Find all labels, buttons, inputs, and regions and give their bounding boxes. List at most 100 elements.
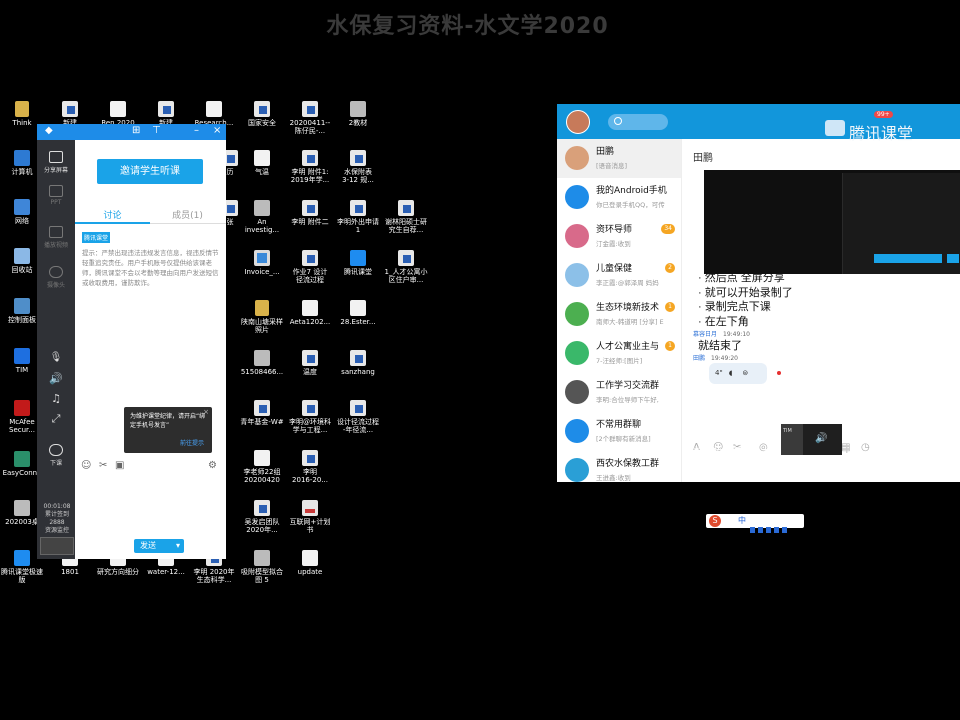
desktop-icon[interactable]: 1_人才公寓小 区住户审... bbox=[376, 250, 436, 284]
contact-item[interactable]: 田鹏 [语音消息] bbox=[557, 139, 681, 178]
ime-mode[interactable]: 中 bbox=[738, 515, 746, 526]
shared-screenshot[interactable] bbox=[704, 170, 960, 274]
ppt-button[interactable]: PPT bbox=[37, 185, 75, 206]
chat-messages: · 然后点 全屏分享 · 就可以开始录制了 · 录制完点下课 · 在左下角 bbox=[698, 271, 793, 329]
folder-icon bbox=[255, 300, 269, 316]
preview-thumbnail[interactable] bbox=[40, 537, 74, 555]
contact-item[interactable]: 生态环境新技术 南师大-韩道明 [分享] E1 bbox=[557, 295, 681, 334]
chat-message: · 就可以开始录制了 bbox=[698, 286, 793, 299]
contact-item[interactable]: 西农水保教工群 王进鑫:收到 bbox=[557, 451, 681, 482]
emoji-icon[interactable]: ☺ bbox=[81, 460, 91, 471]
share-screen-icon bbox=[49, 151, 63, 163]
contact-preview: 南师大-韩道明 [分享] E bbox=[596, 318, 664, 326]
tencent-class-sidebar: 分享屏幕 PPT 播放视频 摄像头 🎙 🔊 ♫ ⤢ 下课 bbox=[37, 140, 75, 559]
desktop-icon-label: 水保附表 3-12 规... bbox=[342, 168, 374, 184]
contact-item[interactable]: 我的Android手机 你已登录手机QQ，可传 bbox=[557, 178, 681, 217]
mic-icon[interactable]: 🎙 bbox=[37, 352, 75, 363]
contact-list: 田鹏 [语音消息] 我的Android手机 你已登录手机QQ，可传 资环导师 汀金霞:收到… bbox=[557, 139, 681, 482]
fullscreen-icon[interactable]: ⤢ bbox=[37, 412, 75, 426]
pc-icon bbox=[14, 150, 30, 166]
tx-icon bbox=[14, 550, 30, 566]
avatar bbox=[565, 341, 589, 365]
send-button[interactable]: 发送 ▾ bbox=[134, 539, 184, 553]
contact-name: 儿童保健 bbox=[596, 264, 633, 274]
search-input[interactable] bbox=[608, 114, 668, 130]
desktop-icon[interactable]: sanzhang bbox=[328, 350, 388, 376]
desktop-icon[interactable]: update bbox=[280, 550, 340, 576]
input-toolbar: ☺ ✂ ▣ ⚙ bbox=[81, 460, 221, 474]
scissors-icon[interactable]: ✂ bbox=[99, 460, 107, 471]
tab-members[interactable]: 成员(1) bbox=[150, 208, 225, 221]
close-icon[interactable]: × bbox=[213, 125, 221, 136]
system-notice: 提示：严禁出现违法违规发言信息，视违反情节轻重追究责任。用户手机账号仅提供给该课… bbox=[82, 249, 219, 287]
desktop-icon-label: 谢林阳硕士研 究生自荐... bbox=[385, 218, 427, 234]
speaker-icon[interactable]: 🔊 bbox=[815, 433, 827, 444]
end-class-button[interactable]: 下课 bbox=[37, 444, 75, 467]
send-dropdown-icon[interactable]: ▾ bbox=[176, 539, 180, 553]
play-video-button[interactable]: 播放视频 bbox=[37, 226, 75, 249]
word-icon bbox=[302, 400, 318, 416]
camera-button[interactable]: 摄像头 bbox=[37, 266, 75, 289]
history-icon[interactable]: ◷ bbox=[861, 442, 870, 453]
desktop-icon-label: 28.Ester... bbox=[340, 318, 376, 326]
desktop-icon[interactable]: 李明 2016-20... bbox=[280, 450, 340, 484]
desktop-icon[interactable]: 设计径流过程 -年径流... bbox=[328, 400, 388, 434]
top-icon[interactable]: ⊤ bbox=[152, 125, 161, 136]
chat-message: · 录制完点下课 bbox=[698, 301, 771, 313]
avatar[interactable] bbox=[566, 110, 590, 134]
desktop-icon[interactable]: 2教材 bbox=[328, 101, 388, 127]
tencent-class-titlebar: ◆ ⊞ ⊤ – × bbox=[37, 124, 226, 140]
tooltip-close-icon[interactable]: × bbox=[203, 408, 209, 417]
contact-item[interactable]: 不常用群聊 [2个群聊有新消息] bbox=[557, 412, 681, 451]
contact-item[interactable]: 人才公寓业主与 7-汪经师:[图片] 1 bbox=[557, 334, 681, 373]
avatar bbox=[565, 302, 589, 326]
minimize-icon[interactable]: – bbox=[194, 125, 199, 136]
speaker-icon[interactable]: 🔊 bbox=[37, 372, 75, 385]
text-cursor-icon: I bbox=[845, 442, 849, 456]
contact-preview: 汀金霞:收到 bbox=[596, 240, 631, 248]
desktop-icon-label: 1_人才公寓小 区住户审... bbox=[384, 268, 428, 284]
music-icon[interactable]: ♫ bbox=[37, 392, 75, 405]
chat-message: · 然后点 全屏分享 bbox=[698, 272, 785, 284]
ime-toolbar[interactable]: S 中 bbox=[706, 514, 804, 533]
word-icon bbox=[302, 200, 318, 216]
system-tag: 腾讯课堂 bbox=[82, 232, 111, 243]
unread-dot bbox=[777, 371, 781, 375]
file-icon bbox=[254, 150, 270, 166]
book-icon bbox=[14, 500, 30, 516]
share-screen-button[interactable]: 分享屏幕 bbox=[37, 151, 75, 174]
tencent-class-panel: ◆ ⊞ ⊤ – × 分享屏幕 PPT 播放视频 摄像头 🎙 🔊 ♫ ⤢ 下课 邀… bbox=[37, 124, 226, 559]
pin-icon[interactable]: ⊞ bbox=[132, 125, 140, 136]
image-icon[interactable]: ▣ bbox=[115, 460, 124, 471]
invite-students-button[interactable]: 邀请学生听课 bbox=[97, 159, 203, 184]
desktop-icon[interactable]: 谢林阳硕士研 究生自荐... bbox=[376, 200, 436, 234]
word-icon bbox=[350, 150, 366, 166]
contact-preview: 李明:合位导师下午好, bbox=[596, 396, 659, 404]
tim-thumbnail: TIM bbox=[781, 424, 803, 455]
word-icon bbox=[158, 101, 174, 117]
contact-item[interactable]: 资环导师 汀金霞:收到 34 bbox=[557, 217, 681, 256]
mca-icon bbox=[14, 400, 30, 416]
desktop-icon[interactable]: 水保附表 3-12 规... bbox=[328, 150, 388, 184]
desktop-icon[interactable]: 28.Ester... bbox=[328, 300, 388, 326]
avatar bbox=[565, 458, 589, 482]
video-title: 水保复习资料-水文学2020 bbox=[326, 14, 609, 39]
voice-message[interactable]: 4" ◖ ⊜ bbox=[709, 363, 767, 384]
tab-discussion[interactable]: 讨论 bbox=[75, 208, 150, 221]
contact-preview: [2个群聊有新消息] bbox=[596, 435, 651, 443]
word-icon bbox=[398, 250, 414, 266]
sogou-logo-icon: S bbox=[709, 515, 721, 527]
contact-preview: 李正霞:@郭泽周 妈妈 bbox=[596, 279, 659, 287]
ime-tool-icons[interactable] bbox=[750, 518, 800, 533]
desktop-icon[interactable]: 互联网+计划 书 bbox=[280, 500, 340, 534]
contact-item[interactable]: 工作学习交流群 李明:合位导师下午好, bbox=[557, 373, 681, 412]
contact-item[interactable]: 儿童保健 李正霞:@郭泽周 妈妈 2 bbox=[557, 256, 681, 295]
word-icon bbox=[302, 150, 318, 166]
tooltip-link[interactable]: 前往提示 bbox=[180, 439, 204, 448]
floating-video-window[interactable]: TIM 🔊 bbox=[781, 424, 842, 455]
typed-input-text[interactable]: 第一次要注意左边 bbox=[689, 444, 785, 461]
bind-phone-tooltip: 为维护课堂纪律，请开启“绑定手机号发言” × 前往提示 bbox=[124, 407, 212, 453]
settings-icon[interactable]: ⚙ bbox=[208, 460, 217, 471]
contact-preview: [语音消息] bbox=[596, 162, 628, 170]
book-icon bbox=[254, 200, 270, 216]
